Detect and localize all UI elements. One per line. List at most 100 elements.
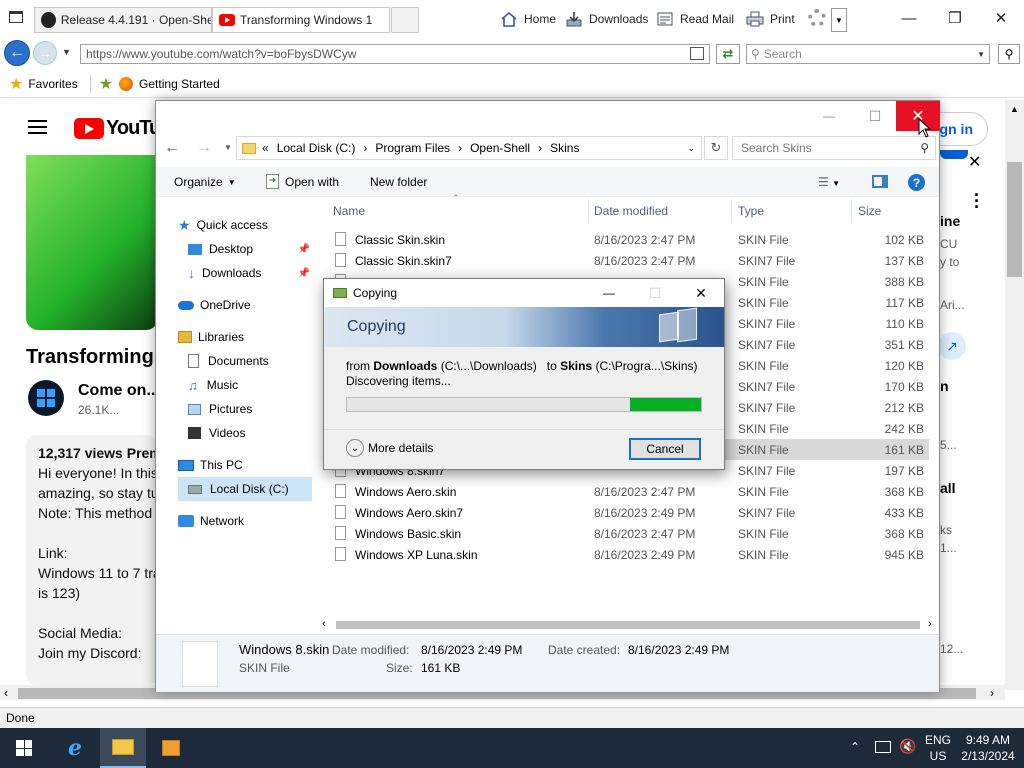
search-dropdown-icon[interactable]: ▼ [977, 50, 985, 59]
pin-icon[interactable]: 📌 [298, 244, 310, 255]
system-menu-icon[interactable] [9, 11, 23, 23]
pin-icon[interactable]: 📌 [298, 268, 310, 279]
nav-local-disk[interactable]: Local Disk (C:) [178, 477, 312, 501]
column-divider[interactable] [588, 199, 589, 223]
home-button[interactable]: Home [500, 9, 556, 29]
organize-button[interactable]: Organize ▼ [174, 175, 236, 189]
file-row[interactable]: Classic Skin.skin7 8/16/2023 2:47 PM SKIN7… [324, 250, 929, 271]
downloads-button[interactable]: Downloads [565, 9, 648, 29]
file-list-horizontal-scrollbar[interactable]: ‹ › [322, 617, 939, 633]
breadcrumb-separator-icon[interactable]: › [538, 141, 542, 155]
nav-music[interactable]: ♫ Music [188, 373, 238, 397]
breadcrumb-separator-icon[interactable]: › [363, 141, 367, 155]
file-row[interactable]: Windows XP Luna.skin 8/16/2023 2:49 PM SKI… [324, 544, 929, 565]
scroll-up-icon[interactable]: ▲ [1005, 104, 1024, 114]
explorer-forward-button[interactable]: → [196, 139, 212, 157]
taskbar-media-app[interactable] [148, 728, 194, 768]
explorer-back-button[interactable]: ← [164, 139, 180, 157]
add-favorite-icon[interactable]: ★ [99, 74, 113, 94]
new-folder-button[interactable]: New folder [370, 175, 427, 189]
cancel-button[interactable]: Cancel [629, 438, 701, 460]
file-row[interactable]: Windows Aero.skin 8/16/2023 2:47 PM SKIN F… [324, 481, 929, 502]
column-divider[interactable] [851, 199, 852, 223]
tray-overflow-icon[interactable]: ⌃ [850, 740, 860, 754]
hamburger-menu-icon[interactable] [28, 120, 47, 134]
page-vertical-scrollbar[interactable]: ▲ [1005, 100, 1024, 690]
column-size[interactable]: Size [858, 204, 881, 218]
recent-locations-icon[interactable]: ▼ [224, 143, 232, 152]
close-button[interactable]: ✕ [978, 0, 1024, 36]
scroll-right-icon[interactable]: › [928, 618, 932, 630]
nav-quick-access[interactable]: ★ Quick access [178, 213, 268, 237]
restore-button[interactable]: ❐ [932, 0, 978, 36]
nav-network[interactable]: Network [178, 509, 244, 533]
dialog-maximize-button[interactable]: ☐ [632, 285, 678, 302]
column-name[interactable]: Name [333, 204, 365, 218]
explorer-refresh-button[interactable]: ↻ [704, 136, 728, 160]
explorer-search-box[interactable]: Search Skins ⚲ [732, 136, 936, 160]
description-box[interactable]: 12,317 views Prem Hi everyone! In this a… [26, 435, 162, 685]
breadcrumb-local-disk[interactable]: Local Disk (C:) [277, 141, 356, 155]
nav-pictures[interactable]: Pictures [188, 397, 252, 421]
getting-started-link[interactable]: Getting Started [139, 77, 220, 91]
tab-release[interactable]: Release 4.4.191 · Open-Shell/ [34, 7, 212, 33]
nav-desktop[interactable]: Desktop 📌 [188, 237, 310, 261]
minimize-button[interactable]: — [886, 0, 932, 36]
breadcrumb-overflow-icon[interactable]: « [262, 141, 269, 155]
refresh-button[interactable]: ⇄ [716, 44, 740, 64]
scroll-left-icon[interactable]: ‹ [4, 686, 8, 700]
open-external-icon[interactable]: ↗ [938, 332, 966, 360]
read-mail-button[interactable]: Read Mail [656, 9, 734, 29]
explorer-maximize-button[interactable]: ☐ [852, 101, 898, 131]
breadcrumb-program-files[interactable]: Program Files [375, 141, 450, 155]
taskbar-internet-explorer[interactable]: e [52, 728, 98, 768]
column-date[interactable]: Date modified [594, 204, 668, 218]
nav-downloads[interactable]: ↓ Downloads 📌 [188, 261, 310, 285]
nav-libraries[interactable]: Libraries [178, 325, 244, 349]
tools-gear-icon[interactable] [808, 9, 826, 27]
nav-this-pc[interactable]: This PC [178, 453, 243, 477]
history-dropdown-button[interactable]: ▼ [62, 47, 71, 57]
language-indicator[interactable]: ENG US [925, 732, 951, 764]
address-dropdown-icon[interactable]: ⌄ [687, 143, 695, 154]
clock[interactable]: 9:49 AM 2/13/2024 [958, 732, 1018, 764]
breadcrumb-skins[interactable]: Skins [550, 141, 579, 155]
search-go-button[interactable]: ⚲ [998, 44, 1020, 64]
file-row[interactable]: Windows Aero.skin7 8/16/2023 2:49 PM SKIN7… [324, 502, 929, 523]
explorer-address-bar[interactable]: « Local Disk (C:) › Program Files › Open… [236, 136, 702, 160]
taskbar-file-explorer[interactable] [100, 728, 146, 768]
preview-pane-icon[interactable] [872, 175, 888, 188]
more-vert-icon[interactable]: · · · [974, 186, 980, 216]
close-icon[interactable]: ✕ [968, 152, 981, 172]
tab-transforming[interactable]: Transforming Windows 1 [212, 7, 390, 33]
favorites-button[interactable]: Favorites [28, 77, 77, 91]
open-with-button[interactable]: ➜ Open with [266, 174, 339, 189]
dialog-close-button[interactable]: ✕ [678, 285, 724, 302]
scroll-right-icon[interactable]: › [990, 686, 994, 700]
video-player[interactable] [26, 155, 158, 330]
back-button[interactable]: ← [4, 40, 30, 66]
nav-documents[interactable]: Documents [188, 349, 269, 373]
explorer-minimize-button[interactable]: — [806, 101, 852, 131]
search-box[interactable]: ⚲ Search ▼ [746, 44, 990, 64]
tools-dropdown-button[interactable]: ▼ [831, 8, 847, 32]
new-tab-button[interactable] [391, 7, 419, 33]
help-icon[interactable]: ? [908, 174, 925, 191]
scroll-left-icon[interactable]: ‹ [322, 618, 326, 630]
nav-onedrive[interactable]: OneDrive [178, 293, 251, 317]
scrollbar-thumb[interactable] [1007, 162, 1022, 277]
breadcrumb-open-shell[interactable]: Open-Shell [470, 141, 530, 155]
volume-tray-icon[interactable]: 🔇 [899, 738, 916, 755]
file-row[interactable]: Classic Skin.skin 8/16/2023 2:47 PM SKIN F… [324, 229, 929, 250]
breadcrumb-separator-icon[interactable]: › [458, 141, 462, 155]
compat-view-icon[interactable] [690, 47, 704, 60]
view-options-icon[interactable]: ☰ ▼ [818, 175, 840, 189]
print-button[interactable]: Print [746, 9, 795, 29]
column-type[interactable]: Type [738, 204, 764, 218]
more-details-toggle[interactable]: ⌄ More details [346, 439, 433, 457]
column-divider[interactable] [731, 199, 732, 223]
network-tray-icon[interactable] [875, 741, 891, 753]
forward-button[interactable]: → [33, 41, 57, 65]
channel-name[interactable]: Come on... [78, 382, 160, 400]
channel-avatar[interactable] [28, 380, 64, 416]
